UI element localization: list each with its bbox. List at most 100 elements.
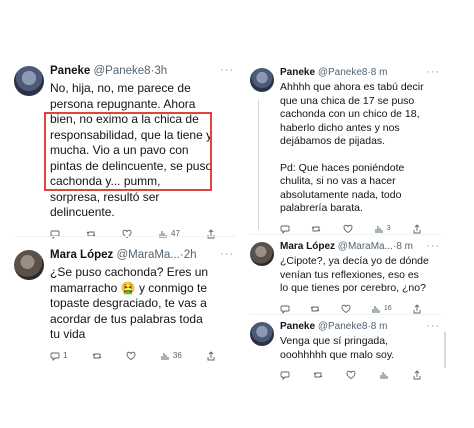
author-name[interactable]: Paneke <box>280 67 315 78</box>
author-name[interactable]: Paneke <box>280 321 315 332</box>
heart-icon <box>341 304 351 313</box>
share-button[interactable] <box>206 350 216 361</box>
tweet-actions: 47 <box>50 228 234 239</box>
reply-icon <box>50 230 60 239</box>
heart-icon <box>122 229 132 238</box>
more-options-icon[interactable]: ··· <box>426 66 440 78</box>
text-line: palabrería barata. <box>280 202 363 214</box>
retweet-icon <box>92 352 101 359</box>
scrollbar[interactable] <box>444 332 446 368</box>
text-line: persona repugnante. Ahora <box>50 96 196 111</box>
views-button[interactable]: 16 <box>371 304 392 314</box>
share-icon <box>207 228 215 238</box>
avatar[interactable] <box>250 322 274 346</box>
timestamp[interactable]: 2h <box>184 249 197 261</box>
like-button[interactable] <box>341 304 351 314</box>
reply-icon <box>280 225 290 234</box>
like-button[interactable] <box>122 229 132 239</box>
text-line: ¿Cipote?, ya decía yo de dónde <box>280 255 429 267</box>
more-options-icon[interactable]: ··· <box>220 64 234 76</box>
highlight-box <box>44 112 212 191</box>
share-button[interactable] <box>412 223 422 234</box>
author-name[interactable]: Mara López <box>280 241 335 252</box>
author-handle[interactable]: @MaraMa... <box>338 241 393 252</box>
text-line: acordar de tus palabras toda <box>50 311 203 326</box>
reply-button[interactable]: 1 <box>50 351 67 361</box>
avatar[interactable] <box>250 242 274 266</box>
reply-count: 1 <box>63 351 68 360</box>
retweet-button[interactable] <box>313 370 323 380</box>
left-reply: Mara López @MaraMa...·2h ··· ¿Se puso ca… <box>14 244 234 361</box>
views-count: 3 <box>386 225 391 232</box>
more-options-icon[interactable]: ··· <box>426 320 440 332</box>
author-name[interactable]: Paneke <box>50 65 90 77</box>
like-button[interactable] <box>343 224 353 234</box>
retweet-button[interactable] <box>310 304 320 314</box>
author-handle[interactable]: @MaraMa... <box>116 249 179 261</box>
divider <box>250 314 442 315</box>
retweet-button[interactable] <box>86 229 96 239</box>
text-line: venían tus reflexiones, eso es <box>280 268 419 281</box>
author-name[interactable]: Mara López <box>50 249 113 261</box>
views-icon <box>380 372 388 379</box>
share-button[interactable] <box>206 228 216 239</box>
text-line: topaste desgraciado, te vas a <box>50 296 207 310</box>
views-count: 16 <box>383 305 392 312</box>
text-line: chulita, si no vas a hacer <box>280 175 396 187</box>
reply-button[interactable] <box>50 229 60 239</box>
tweet-header: Paneke @Paneke8·8 m <box>280 66 440 79</box>
tweet-actions: 1 36 <box>50 350 234 361</box>
more-options-icon[interactable]: ··· <box>426 240 440 252</box>
text-line: Pd: Que haces poniéndote <box>280 161 405 174</box>
divider <box>14 236 236 237</box>
like-button[interactable] <box>126 351 136 361</box>
retweet-icon <box>310 305 320 312</box>
tweet-text: ¿Se puso cachonda? Eres un mamarracho 🤮 … <box>50 265 234 343</box>
text-line: absolutamente nada, todo <box>280 188 402 201</box>
tweet-mara-right[interactable]: Mara López @MaraMa...·8 m ··· ¿Cipote?, … <box>250 236 440 314</box>
text-line: ooohhhhh que malo soy. <box>280 348 395 361</box>
author-handle[interactable]: @Paneke8 <box>93 65 150 77</box>
tweet-mara-left[interactable]: Mara López @MaraMa...·2h ··· ¿Se puso ca… <box>14 244 234 361</box>
author-handle[interactable]: @Paneke8 <box>318 321 368 332</box>
heart-icon <box>343 224 352 233</box>
text-line: delincuente. <box>50 205 115 219</box>
avatar[interactable] <box>14 250 44 280</box>
retweet-button[interactable] <box>92 351 102 361</box>
tweet-paneke-right-2[interactable]: Paneke @Paneke8·8 m ··· Venga que sí pri… <box>250 316 440 380</box>
tweet-paneke-right[interactable]: Paneke @Paneke8·8 m ··· Ahhhh que ahora … <box>250 62 440 234</box>
right-reply-mara: Mara López @MaraMa...·8 m ··· ¿Cipote?, … <box>250 236 440 314</box>
share-button[interactable] <box>412 370 422 380</box>
text-line: No, hija, no, me parece de <box>50 81 191 95</box>
tweet-header: Paneke @Paneke8·3h <box>50 64 234 79</box>
reply-button[interactable] <box>280 304 290 314</box>
tweet-actions: 3 <box>280 223 440 234</box>
avatar[interactable] <box>250 68 274 92</box>
retweet-icon <box>311 225 321 232</box>
text-line: ¿Se puso cachonda? Eres un <box>50 265 209 279</box>
more-options-icon[interactable]: ··· <box>220 248 234 260</box>
share-button[interactable] <box>412 303 422 314</box>
timestamp[interactable]: 3h <box>154 65 167 77</box>
reply-button[interactable] <box>280 370 290 380</box>
like-button[interactable] <box>346 370 356 380</box>
tweet-text: ¿Cipote?, ya decía yo de dónde venían tu… <box>280 255 440 296</box>
retweet-button[interactable] <box>311 224 321 234</box>
text-line: mamarracho 🤮 y conmigo te <box>50 280 207 295</box>
avatar[interactable] <box>14 66 44 96</box>
views-button[interactable] <box>379 370 389 380</box>
reply-button[interactable] <box>280 224 290 234</box>
views-count: 36 <box>172 351 182 360</box>
divider <box>250 234 442 235</box>
timestamp[interactable]: 8 m <box>396 241 413 252</box>
timestamp[interactable]: 8 m <box>371 321 388 332</box>
views-button[interactable]: 47 <box>158 229 180 239</box>
views-button[interactable]: 36 <box>160 351 182 361</box>
tweet-header: Mara López @MaraMa...·2h <box>50 248 234 263</box>
text-line: lo que tienes por cerebro, ¿no? <box>280 282 426 294</box>
author-handle[interactable]: @Paneke8 <box>318 67 368 78</box>
timestamp[interactable]: 8 m <box>371 67 388 78</box>
retweet-icon <box>86 230 96 237</box>
tweet-text: Venga que sí pringada, ooohhhhh que malo… <box>280 335 440 362</box>
views-button[interactable]: 3 <box>374 224 391 234</box>
